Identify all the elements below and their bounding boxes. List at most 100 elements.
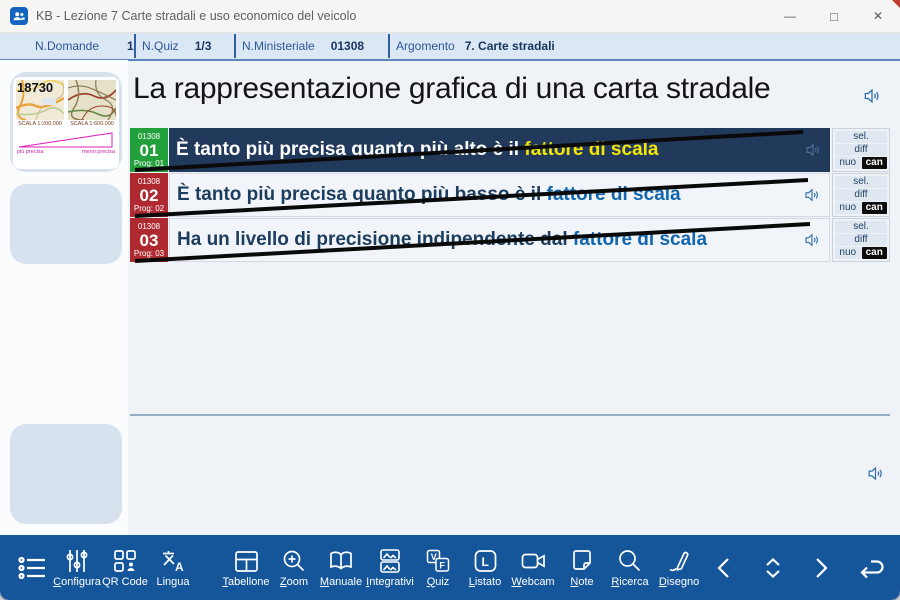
stat-value: 01308 <box>331 39 364 53</box>
sidebar-empty-slot-2[interactable] <box>10 424 122 524</box>
stat-label: N.Domande <box>35 39 99 53</box>
answers-list: 01308 01 Prog: 01 È tanto più precisa qu… <box>130 128 890 263</box>
answer-badge: 01308 02 Prog: 02 <box>130 173 168 217</box>
sidebar-empty-slot-1[interactable] <box>10 184 122 264</box>
list-menu-icon <box>17 554 47 582</box>
stat-ministeriale: N.Ministeriale 01308 <box>242 33 382 59</box>
svg-text:A: A <box>175 560 184 574</box>
answer-controls: sel. diff nuo can <box>832 128 890 172</box>
window-controls: — □ ✕ <box>768 0 900 32</box>
nuo-button[interactable]: nuo <box>835 247 861 259</box>
maximize-button[interactable]: □ <box>812 0 856 32</box>
sel-button[interactable]: sel. <box>835 131 887 143</box>
prev-button[interactable] <box>705 535 745 600</box>
stat-label: Argomento <box>396 39 455 53</box>
answer-controls: sel. diff nuo can <box>832 218 890 262</box>
separator <box>388 34 390 58</box>
nuo-button[interactable]: nuo <box>835 157 861 169</box>
return-arrow-icon <box>854 553 886 583</box>
badge-number: 01 <box>140 142 159 159</box>
minimize-button[interactable]: — <box>768 0 812 32</box>
toolbar-integrativi[interactable]: Integrativi <box>358 535 422 600</box>
answer-badge: 01308 01 Prog: 01 <box>130 128 168 172</box>
diff-button[interactable]: diff <box>835 189 887 201</box>
return-button[interactable] <box>846 535 894 600</box>
stat-domande: N.Domande 1 <box>0 33 128 59</box>
toolbar-disegno[interactable]: Disegno <box>652 535 706 600</box>
stat-value: 1 <box>127 39 134 53</box>
answer-row-1[interactable]: 01308 01 Prog: 01 È tanto più precisa qu… <box>130 128 890 172</box>
answer-row-2[interactable]: 01308 02 Prog: 02 È tanto più precisa qu… <box>130 173 890 217</box>
answer-text-cell[interactable]: È tanto più precisa quanto più alto è il… <box>169 128 830 172</box>
chevron-right-icon <box>806 554 834 582</box>
badge-code: 01308 <box>138 133 160 141</box>
answer-audio-icon[interactable] <box>803 186 821 204</box>
true-false-icon: V F <box>425 548 452 574</box>
badge-code: 01308 <box>138 178 160 186</box>
svg-text:L: L <box>482 555 489 569</box>
toolbar-ricerca[interactable]: Ricerca <box>604 535 656 600</box>
toolbar-listato[interactable]: L Listato <box>461 535 509 600</box>
answer-audio-icon[interactable] <box>804 141 822 159</box>
flip-button[interactable] <box>751 535 795 600</box>
badge-code: 01308 <box>138 223 160 231</box>
can-button[interactable]: can <box>862 157 888 169</box>
stat-argomento: Argomento 7. Carte stradali <box>396 33 555 59</box>
can-button[interactable]: can <box>862 247 888 259</box>
answer-text-cell[interactable]: Ha un livello di precisione indipendente… <box>169 218 830 262</box>
precision-label-left: più precisa <box>17 149 44 155</box>
toolbar-note[interactable]: Note <box>561 535 603 600</box>
answer-audio-icon[interactable] <box>803 231 821 249</box>
toolbar-qrcode[interactable]: QR Code <box>98 535 152 600</box>
stat-label: N.Ministeriale <box>242 39 315 53</box>
nuo-button[interactable]: nuo <box>835 202 861 214</box>
toolbar-tabellone[interactable]: Tabellone <box>215 535 277 600</box>
book-icon <box>328 548 354 574</box>
app-window: KB - Lezione 7 Carte stradali e uso econ… <box>0 0 900 600</box>
question-figure: 18730 SCALA 1:200.000 <box>13 77 119 169</box>
precision-label-right: meno precisa <box>82 149 115 155</box>
badge-progress: Prog: 02 <box>134 205 164 213</box>
answer-highlight: fattore di scala <box>547 184 681 205</box>
question-audio-icon[interactable] <box>862 86 882 106</box>
toolbar-webcam[interactable]: Webcam <box>505 535 561 600</box>
stat-value: 7. Carte stradali <box>465 39 555 53</box>
badge-progress: Prog: 01 <box>134 160 164 168</box>
stat-quiz: N.Quiz 1/3 <box>142 33 228 59</box>
answer-highlight: fattore di scala <box>524 139 658 160</box>
note-icon <box>569 548 595 574</box>
answer-badge: 01308 03 Prog: 03 <box>130 218 168 262</box>
toolbar-quiz[interactable]: V F Quiz <box>417 535 459 600</box>
page-audio-icon[interactable] <box>866 464 885 483</box>
chevron-up-down-icon <box>758 553 788 583</box>
answer-highlight: fattore di scala <box>573 229 707 250</box>
pen-draw-icon <box>666 548 692 574</box>
stats-bar: N.Domande 1 N.Quiz 1/3 N.Ministeriale 01… <box>0 33 900 61</box>
sel-button[interactable]: sel. <box>835 176 887 188</box>
scale-caption-right: SCALA 1:600.000 <box>68 121 116 127</box>
toolbar-lingua[interactable]: A Lingua <box>148 535 198 600</box>
images-icon <box>377 548 403 574</box>
sliders-icon <box>64 548 90 574</box>
video-camera-icon <box>520 548 547 574</box>
badge-progress: Prog: 03 <box>134 250 164 258</box>
corner-marker <box>892 0 900 8</box>
content-divider <box>130 414 890 416</box>
precision-triangle: più precisa meno precisa <box>15 131 117 155</box>
badge-number: 02 <box>140 187 159 204</box>
answer-row-3[interactable]: 01308 03 Prog: 03 Ha un livello di preci… <box>130 218 890 262</box>
stat-label: N.Quiz <box>142 39 179 53</box>
answer-text: Ha un livello di precisione indipendente… <box>177 229 573 250</box>
toolbar-zoom[interactable]: Zoom <box>272 535 316 600</box>
diff-button[interactable]: diff <box>835 234 887 246</box>
answer-text: È tanto più precisa quanto più basso è i… <box>177 184 547 205</box>
next-button[interactable] <box>800 535 840 600</box>
can-button[interactable]: can <box>862 202 888 214</box>
diff-button[interactable]: diff <box>835 144 887 156</box>
sidebar-figure-slot[interactable]: 18730 SCALA 1:200.000 <box>10 72 122 172</box>
sel-button[interactable]: sel. <box>835 221 887 233</box>
separator <box>134 34 136 58</box>
answer-controls: sel. diff nuo can <box>832 173 890 217</box>
answer-text-cell[interactable]: È tanto più precisa quanto più basso è i… <box>169 173 830 217</box>
app-icon <box>10 7 28 25</box>
